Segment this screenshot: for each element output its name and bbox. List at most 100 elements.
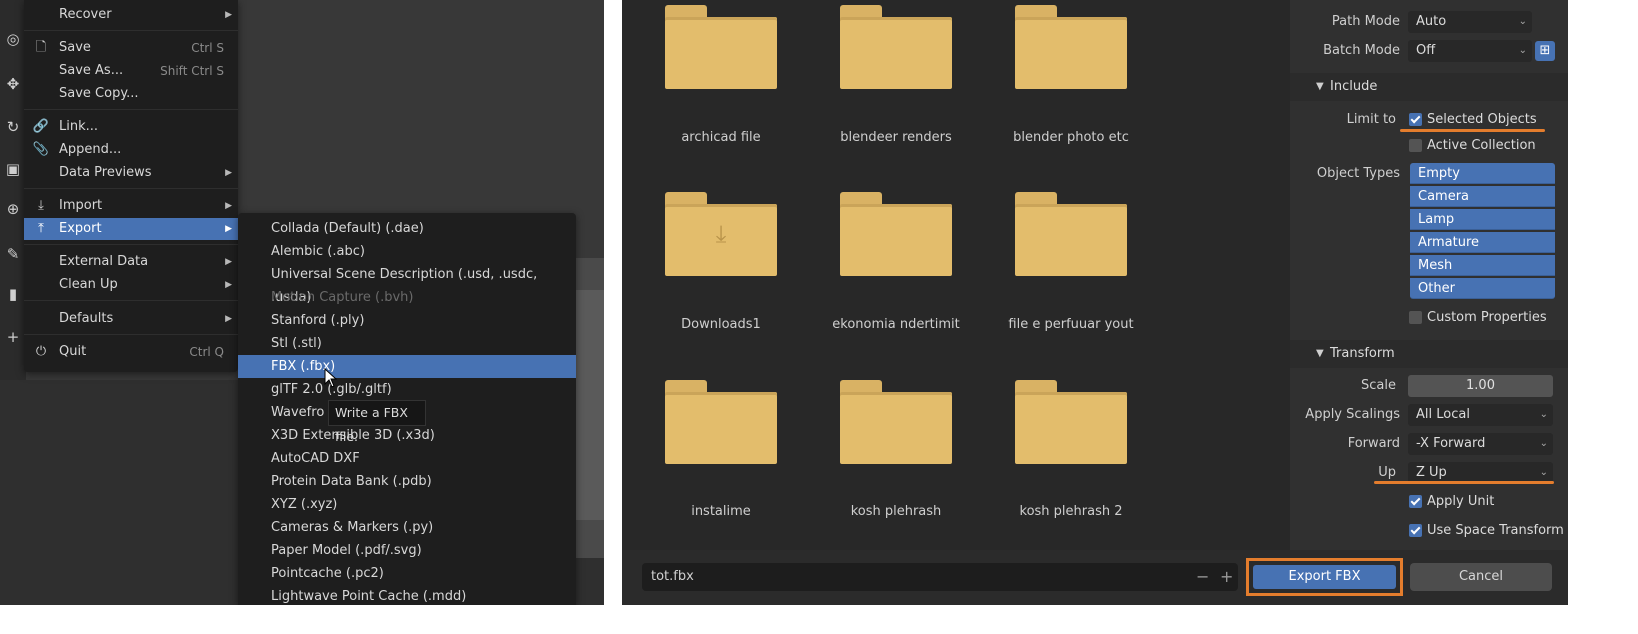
- forward-dropdown[interactable]: -X Forward ⌄: [1408, 433, 1553, 455]
- object-type-lamp[interactable]: Lamp: [1410, 209, 1555, 230]
- forward-row: Forward: [1290, 433, 1400, 455]
- custom-properties-label: Custom Properties: [1427, 310, 1547, 325]
- folder-icon[interactable]: [840, 192, 952, 276]
- selected-objects-checkbox[interactable]: [1409, 113, 1422, 126]
- decrement-icon[interactable]: −: [1196, 563, 1209, 591]
- object-type-empty[interactable]: Empty: [1410, 163, 1555, 184]
- folder-icon[interactable]: [665, 5, 777, 89]
- folder-label[interactable]: instalime: [636, 504, 806, 519]
- use-space-transform-label: Use Space Transform: [1427, 523, 1564, 538]
- menu-item-append[interactable]: 📎 Append...: [24, 139, 238, 161]
- custom-properties-checkbox[interactable]: [1409, 311, 1422, 324]
- export-item-x3d[interactable]: X3D Extensible 3D (.x3d): [238, 424, 576, 447]
- export-item-collada[interactable]: Collada (Default) (.dae): [238, 217, 576, 240]
- menu-item-clean-up[interactable]: Clean Up ▶: [24, 274, 238, 296]
- mouse-cursor-icon: [324, 368, 338, 388]
- up-value: Z Up: [1416, 465, 1447, 480]
- batch-mode-value: Off: [1416, 43, 1436, 58]
- export-item-dxf[interactable]: AutoCAD DXF: [238, 447, 576, 470]
- export-item-lightwave[interactable]: Lightwave Point Cache (.mdd): [238, 585, 576, 605]
- export-item-fbx[interactable]: FBX (.fbx): [238, 355, 576, 378]
- use-space-transform-checkbox[interactable]: [1409, 524, 1422, 537]
- object-type-other[interactable]: Other: [1410, 278, 1555, 299]
- menu-item-label: Append...: [59, 142, 122, 157]
- menu-item-save[interactable]: 🗋 Save Ctrl S: [24, 37, 238, 59]
- transform-section-header[interactable]: ▼ Transform: [1290, 340, 1568, 368]
- folder-icon[interactable]: [1015, 380, 1127, 464]
- menu-item-external-data[interactable]: External Data ▶: [24, 251, 238, 273]
- scale-row: Scale: [1290, 375, 1396, 397]
- folder-label[interactable]: kosh plehrash 2: [986, 504, 1156, 519]
- folder-icon[interactable]: [1015, 192, 1127, 276]
- menu-item-import[interactable]: ⤓ Import ▶: [24, 195, 238, 217]
- export-icon: ⤒: [38, 221, 44, 236]
- export-item-gltf[interactable]: glTF 2.0 (.glb/.gltf): [238, 378, 576, 401]
- increment-icon[interactable]: +: [1220, 563, 1233, 591]
- menu-item-defaults[interactable]: Defaults ▶: [24, 308, 238, 330]
- export-item-stl[interactable]: Stl (.stl): [238, 332, 576, 355]
- export-item-pdb[interactable]: Protein Data Bank (.pdb): [238, 470, 576, 493]
- object-type-armature[interactable]: Armature: [1410, 232, 1555, 253]
- download-folder-icon[interactable]: ⤓: [665, 192, 777, 276]
- export-item-pointcache[interactable]: Pointcache (.pc2): [238, 562, 576, 585]
- transform-tool-icon[interactable]: ⊕: [4, 200, 22, 218]
- apply-unit-checkbox[interactable]: [1409, 495, 1422, 508]
- menu-item-export[interactable]: ⤒ Export ▶: [24, 218, 238, 240]
- folder-icon[interactable]: [840, 380, 952, 464]
- active-collection-checkbox[interactable]: [1409, 139, 1422, 152]
- batch-mode-dropdown[interactable]: Off ⌄: [1408, 40, 1532, 62]
- submenu-arrow-icon: ▶: [225, 314, 232, 324]
- export-fbx-button[interactable]: Export FBX: [1246, 558, 1403, 596]
- menu-item-save-as[interactable]: Save As... Shift Ctrl S: [24, 60, 238, 82]
- apply-scalings-label: Apply Scalings: [1305, 407, 1400, 422]
- apply-scalings-row: Apply Scalings: [1290, 404, 1400, 426]
- menu-item-save-copy[interactable]: Save Copy...: [24, 83, 238, 105]
- move-tool-icon[interactable]: ✥: [4, 75, 22, 93]
- import-icon: ⤓: [38, 198, 44, 213]
- viewport-object-side: [575, 290, 604, 520]
- scale-tool-icon[interactable]: ▣: [4, 160, 22, 178]
- export-item-label: Wavefro: [271, 405, 325, 420]
- export-item-label: XYZ (.xyz): [271, 497, 338, 512]
- folder-label[interactable]: Downloads1: [636, 317, 806, 332]
- measure-tool-icon[interactable]: ▮: [4, 285, 22, 303]
- scale-field[interactable]: 1.00: [1408, 375, 1553, 397]
- path-mode-dropdown[interactable]: Auto ⌄: [1408, 11, 1532, 33]
- paperclip-icon: 📎: [32, 142, 50, 157]
- export-item-paper-model[interactable]: Paper Model (.pdf/.svg): [238, 539, 576, 562]
- folder-label[interactable]: kosh plehrash: [811, 504, 981, 519]
- filename-input[interactable]: tot.fbx − +: [642, 563, 1238, 591]
- folder-label[interactable]: blendeer renders: [811, 130, 981, 145]
- object-type-camera[interactable]: Camera: [1410, 186, 1555, 207]
- menu-item-link[interactable]: 🔗 Link...: [24, 116, 238, 138]
- menu-item-quit[interactable]: ⏻ Quit Ctrl Q: [24, 341, 238, 363]
- export-item-xyz[interactable]: XYZ (.xyz): [238, 493, 576, 516]
- folder-icon[interactable]: [1015, 5, 1127, 89]
- object-type-mesh[interactable]: Mesh: [1410, 255, 1555, 276]
- export-item-usd[interactable]: Universal Scene Description (.usd, .usdc…: [238, 263, 576, 305]
- folder-label[interactable]: ekonomia ndertimit: [811, 317, 981, 332]
- transform-section-title: Transform: [1330, 346, 1395, 361]
- export-item-label: Alembic (.abc): [271, 244, 365, 259]
- object-types-row: Object Types: [1290, 163, 1400, 185]
- export-item-label: AutoCAD DXF: [271, 451, 360, 466]
- annotate-tool-icon[interactable]: ✎: [4, 245, 22, 263]
- export-item-alembic[interactable]: Alembic (.abc): [238, 240, 576, 263]
- folder-icon[interactable]: [665, 380, 777, 464]
- cancel-button[interactable]: Cancel: [1410, 563, 1552, 591]
- include-section-header[interactable]: ▼ Include: [1290, 73, 1568, 101]
- add-tool-icon[interactable]: +: [4, 328, 22, 346]
- export-item-cameras-markers[interactable]: Cameras & Markers (.py): [238, 516, 576, 539]
- folder-icon[interactable]: [840, 5, 952, 89]
- folder-label[interactable]: file e perfuuar yout: [986, 317, 1156, 332]
- folder-label[interactable]: blender photo etc: [986, 130, 1156, 145]
- cursor-tool-icon[interactable]: ◎: [4, 30, 22, 48]
- batch-own-dir-icon[interactable]: ⊞: [1535, 41, 1555, 61]
- folder-label[interactable]: archicad file: [636, 130, 806, 145]
- rotate-tool-icon[interactable]: ↻: [4, 118, 22, 136]
- apply-scalings-dropdown[interactable]: All Local ⌄: [1408, 404, 1553, 426]
- menu-item-label: External Data: [59, 254, 149, 269]
- menu-item-recover[interactable]: Recover ▶: [24, 4, 238, 26]
- menu-item-data-previews[interactable]: Data Previews ▶: [24, 162, 238, 184]
- export-item-ply[interactable]: Stanford (.ply): [238, 309, 576, 332]
